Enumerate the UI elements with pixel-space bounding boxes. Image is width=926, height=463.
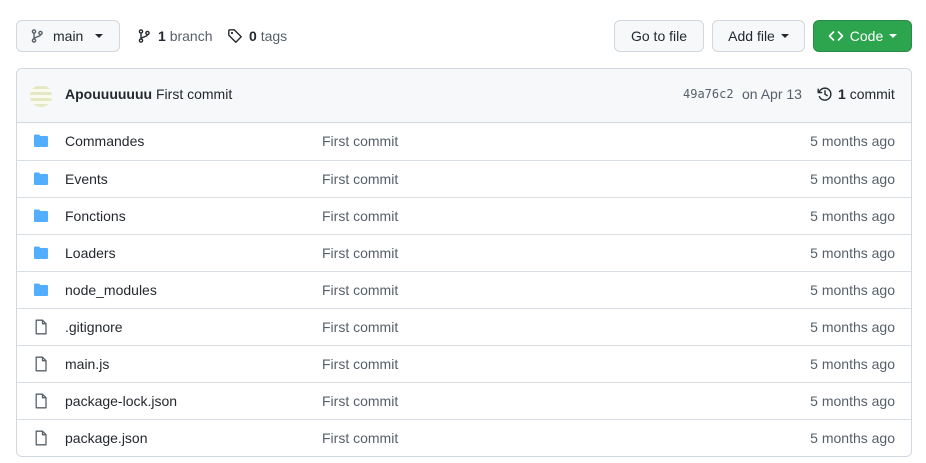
code-icon — [828, 31, 844, 41]
folder-icon — [33, 171, 49, 187]
file-icon — [33, 393, 49, 409]
tag-icon — [228, 29, 242, 43]
folder-icon — [33, 282, 49, 298]
commit-history-link[interactable]: 1 commit — [817, 86, 895, 102]
folder-icon — [33, 208, 49, 224]
file-name-link[interactable]: Events — [65, 171, 108, 187]
commit-count: 1 — [838, 86, 846, 102]
file-list: Commandes First commit 5 months ago Events F… — [17, 123, 911, 456]
file-commit-message-link[interactable]: First commit — [322, 393, 398, 409]
file-age: 5 months ago — [810, 282, 895, 298]
branches-link[interactable]: 1 branch — [136, 20, 213, 52]
file-row[interactable]: .gitignore First commit 5 months ago — [17, 308, 911, 345]
branch-count: 1 — [158, 28, 166, 44]
branch-select-button[interactable]: main — [16, 20, 120, 52]
file-name-link[interactable]: Commandes — [65, 133, 144, 149]
file-row[interactable]: Commandes First commit 5 months ago — [17, 123, 911, 160]
file-name-link[interactable]: Fonctions — [65, 208, 126, 224]
chevron-down-icon — [95, 34, 104, 38]
commit-author-link[interactable]: Apouuuuuuu — [65, 86, 152, 102]
file-age: 5 months ago — [810, 319, 895, 335]
file-commit-message-link[interactable]: First commit — [322, 171, 398, 187]
file-commit-message-link[interactable]: First commit — [322, 282, 398, 298]
file-name-link[interactable]: package-lock.json — [65, 393, 177, 409]
tags-link[interactable]: 0 tags — [227, 20, 287, 52]
file-icon — [33, 356, 49, 372]
file-age: 5 months ago — [810, 430, 895, 446]
go-to-file-button[interactable]: Go to file — [614, 20, 704, 52]
code-label: Code — [849, 28, 884, 44]
file-icon — [33, 319, 49, 335]
file-age: 5 months ago — [810, 133, 895, 149]
chevron-down-icon — [780, 34, 789, 38]
git-branch-icon — [138, 29, 150, 43]
file-commit-message-link[interactable]: First commit — [322, 133, 398, 149]
file-age: 5 months ago — [810, 356, 895, 372]
file-age: 5 months ago — [810, 245, 895, 261]
tag-count: 0 — [249, 28, 257, 44]
file-row[interactable]: Events First commit 5 months ago — [17, 160, 911, 197]
code-button[interactable]: Code — [813, 20, 912, 52]
file-commit-message-link[interactable]: First commit — [322, 245, 398, 261]
file-name-link[interactable]: Loaders — [65, 245, 116, 261]
branch-name: main — [53, 28, 84, 44]
history-icon — [817, 87, 832, 101]
file-row[interactable]: package-lock.json First commit 5 months ag… — [17, 382, 911, 419]
latest-commit-bar: Apouuuuuuu First commit 49a76c2 on Apr 1… — [17, 69, 911, 123]
file-row[interactable]: main.js First commit 5 months ago — [17, 345, 911, 382]
add-file-label: Add file — [728, 28, 775, 44]
file-name-link[interactable]: node_modules — [65, 282, 157, 298]
branch-label: branch — [169, 28, 213, 44]
file-commit-message-link[interactable]: First commit — [322, 319, 398, 335]
commit-date: on Apr 13 — [742, 86, 802, 102]
file-commit-message-link[interactable]: First commit — [322, 430, 398, 446]
commit-sha-link[interactable]: 49a76c2 — [683, 87, 734, 101]
file-age: 5 months ago — [810, 171, 895, 187]
go-to-file-label: Go to file — [630, 28, 688, 44]
file-name-link[interactable]: main.js — [65, 356, 109, 372]
file-age: 5 months ago — [810, 208, 895, 224]
commit-message-link[interactable]: First commit — [156, 86, 232, 102]
file-icon — [33, 430, 49, 446]
commit-count-label: commit — [849, 86, 895, 102]
file-row[interactable]: Fonctions First commit 5 months ago — [17, 197, 911, 234]
tag-label: tags — [260, 28, 288, 44]
git-branch-icon — [31, 29, 43, 43]
file-row[interactable]: Loaders First commit 5 months ago — [17, 234, 911, 271]
folder-icon — [33, 133, 49, 149]
file-age: 5 months ago — [810, 393, 895, 409]
add-file-button[interactable]: Add file — [712, 20, 805, 52]
chevron-down-icon — [889, 34, 898, 38]
file-name-link[interactable]: package.json — [65, 430, 148, 446]
folder-icon — [33, 245, 49, 261]
file-browser: Apouuuuuuu First commit 49a76c2 on Apr 1… — [16, 68, 912, 457]
file-row[interactable]: node_modules First commit 5 months ago — [17, 271, 911, 308]
repo-toolbar: main 1 branch 0 tags Go to file Add file… — [16, 20, 912, 52]
file-commit-message-link[interactable]: First commit — [322, 208, 398, 224]
avatar[interactable] — [30, 85, 52, 107]
file-commit-message-link[interactable]: First commit — [322, 356, 398, 372]
file-name-link[interactable]: .gitignore — [65, 319, 123, 335]
file-row[interactable]: package.json First commit 5 months ago — [17, 419, 911, 456]
